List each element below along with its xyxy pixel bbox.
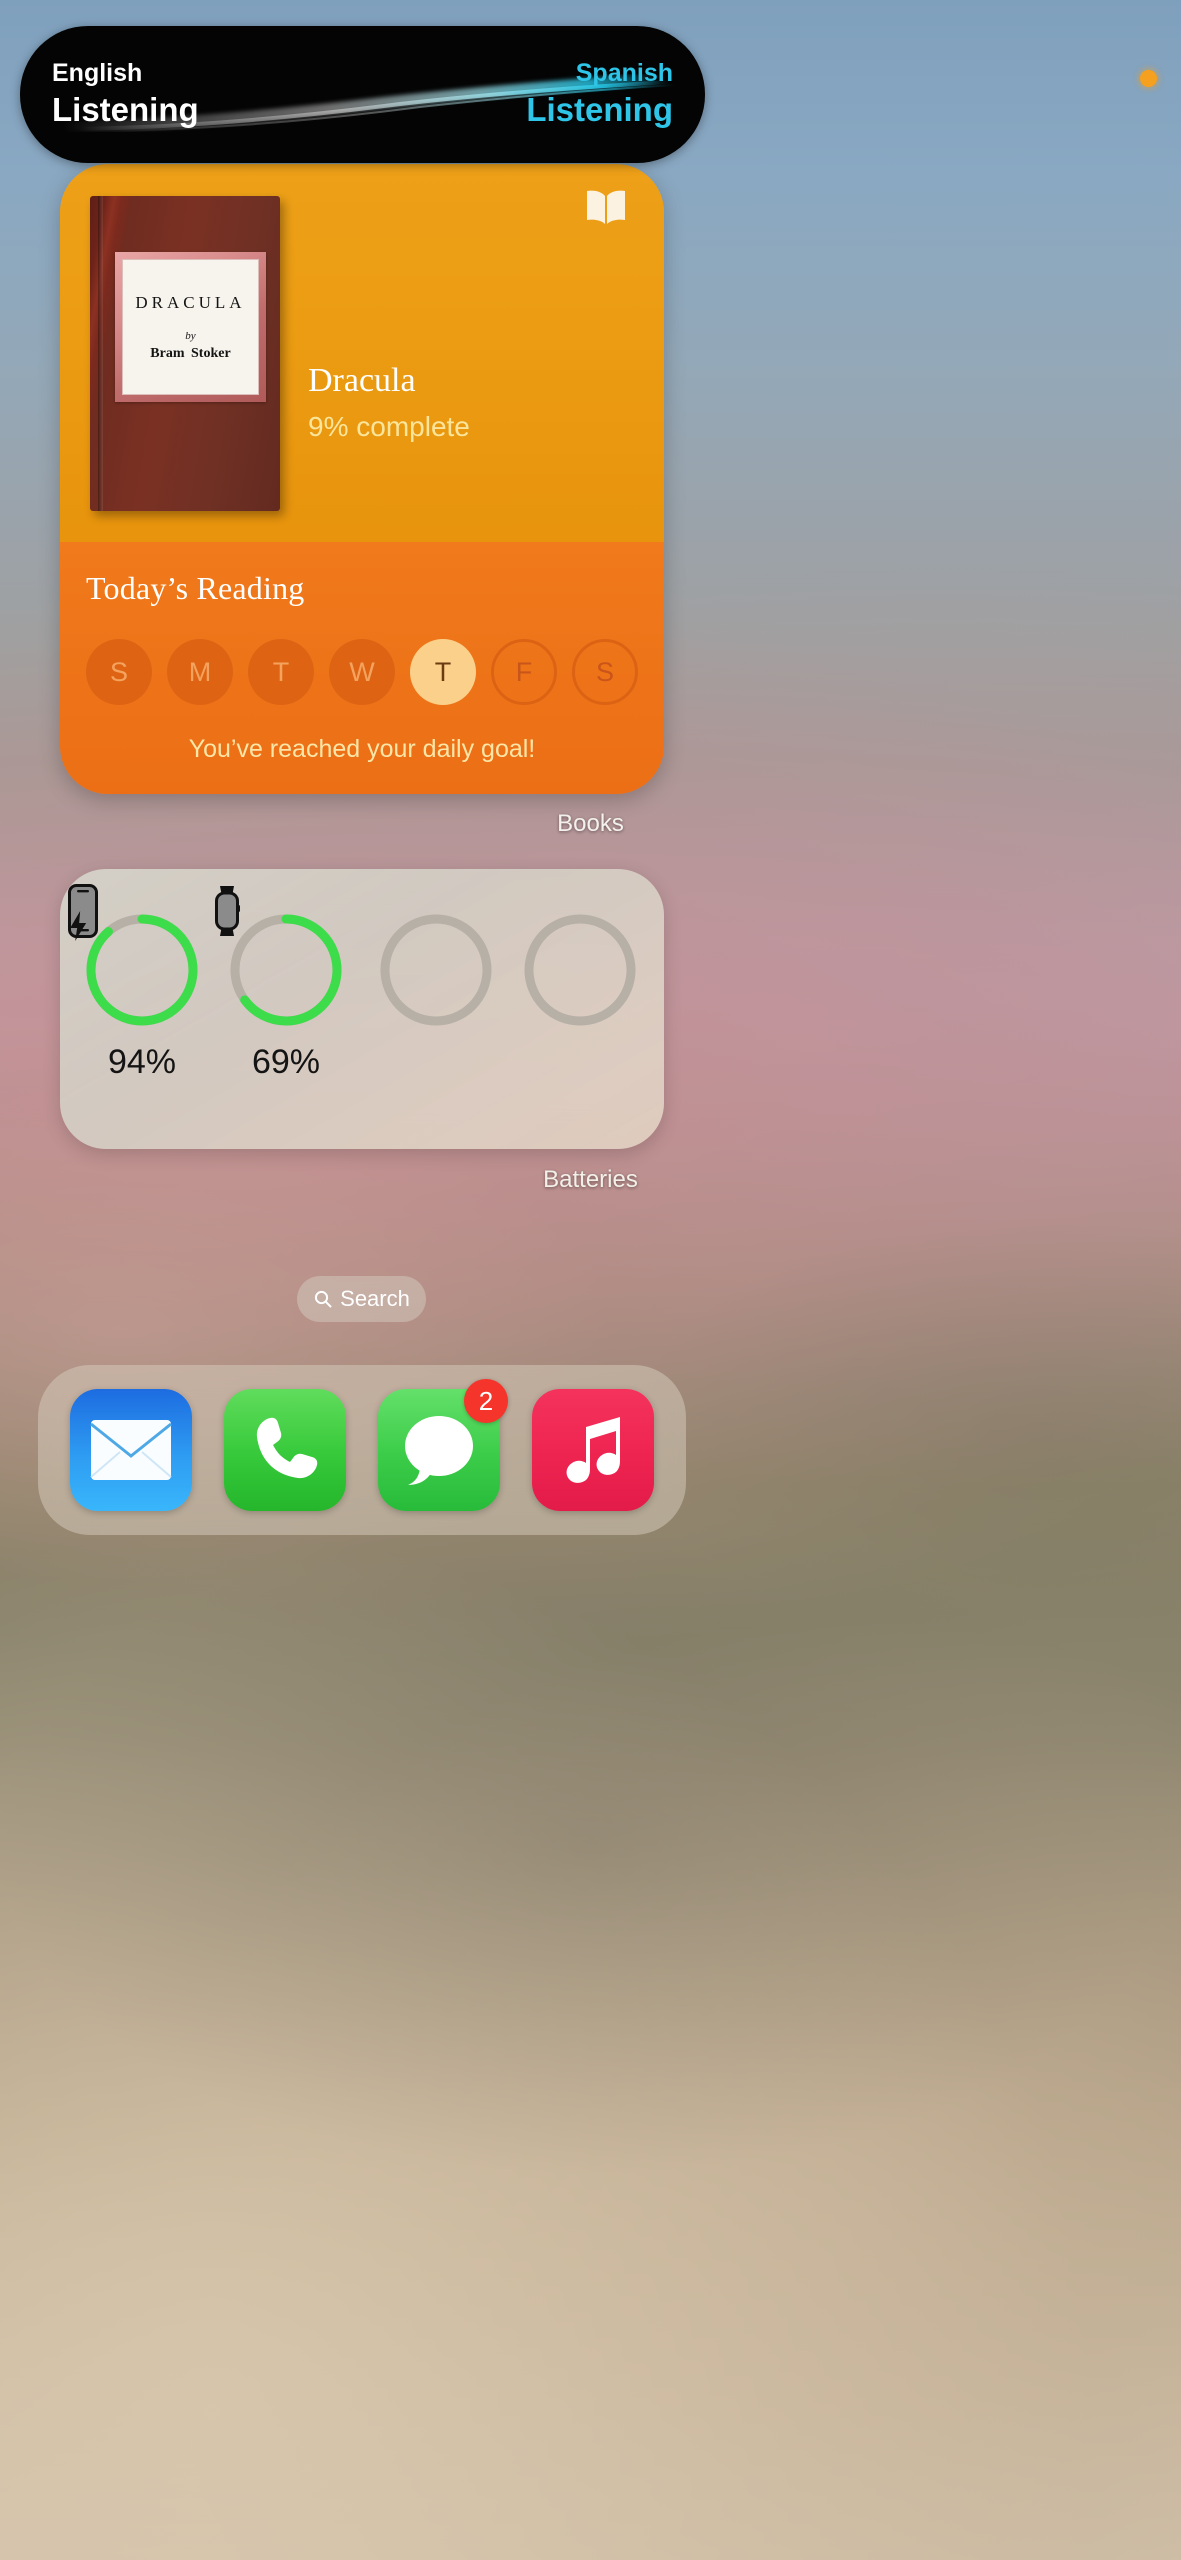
battery-item-iphone[interactable]: 94% — [68, 884, 206, 1082]
island-source-language: English Listening — [20, 59, 231, 129]
books-widget[interactable]: DRACULA by Bram Stoker Dracula 9% comple… — [60, 164, 664, 794]
dock-app-mail[interactable] — [70, 1389, 192, 1511]
book-cover-frame: DRACULA by Bram Stoker — [115, 252, 266, 402]
battery-item-empty-4 — [516, 911, 644, 1043]
dock: 2 — [38, 1365, 686, 1535]
book-progress: 9% complete — [308, 411, 470, 443]
day-chip-mon[interactable]: M — [167, 639, 233, 705]
books-widget-label: Books — [557, 810, 624, 837]
day-chip-tue[interactable]: T — [248, 639, 314, 705]
batteries-widget[interactable]: 94% 69% — [60, 869, 664, 1149]
battery-item-watch[interactable]: 69% — [215, 886, 350, 1082]
search-label: Search — [340, 1286, 410, 1311]
island-left-language: English — [52, 59, 143, 88]
day-chip-wed[interactable]: W — [329, 639, 395, 705]
island-right-state: Listening — [526, 91, 673, 129]
book-cover-image: DRACULA by Bram Stoker — [90, 196, 280, 511]
day-chip-thu-today[interactable]: T — [410, 639, 476, 705]
island-right-language: Spanish — [575, 59, 673, 88]
battery-percent-iphone: 94% — [107, 1043, 177, 1081]
battery-ring-watch — [215, 886, 345, 1029]
reading-week-days: S M T W T F S — [86, 639, 638, 705]
charging-bolt-icon — [70, 911, 87, 941]
battery-ring-iphone — [68, 884, 201, 1029]
messages-badge: 2 — [464, 1379, 508, 1423]
day-chip-sun[interactable]: S — [86, 639, 152, 705]
battery-item-empty-3 — [372, 911, 500, 1043]
battery-ring-empty-4 — [521, 911, 639, 1029]
cover-author-text: Bram Stoker — [150, 345, 231, 361]
todays-reading-heading: Today’s Reading — [86, 570, 305, 606]
battery-ring-empty-3 — [377, 911, 495, 1029]
search-button[interactable]: Search — [297, 1276, 426, 1322]
dock-app-messages[interactable]: 2 — [378, 1379, 508, 1511]
cover-by-text: by — [185, 329, 196, 342]
apple-watch-icon — [215, 886, 240, 936]
todays-reading-section[interactable]: Today’s Reading S M T W T F S You’ve rea… — [60, 542, 664, 794]
dock-app-music[interactable] — [532, 1389, 654, 1511]
daily-goal-message: You’ve reached your daily goal! — [188, 735, 536, 763]
music-icon[interactable] — [532, 1389, 654, 1511]
book-spine — [98, 196, 103, 511]
mail-icon[interactable] — [70, 1389, 192, 1511]
batteries-widget-label: Batteries — [543, 1166, 638, 1193]
cover-title-text: DRACULA — [135, 292, 246, 312]
microphone-privacy-indicator-icon — [1140, 70, 1157, 87]
day-chip-sat[interactable]: S — [572, 639, 638, 705]
day-chip-fri[interactable]: F — [491, 639, 557, 705]
open-book-icon — [587, 190, 625, 224]
dock-app-phone[interactable] — [224, 1389, 346, 1511]
search-icon — [315, 1290, 332, 1308]
books-current-book-section[interactable]: DRACULA by Bram Stoker Dracula 9% comple… — [60, 164, 664, 542]
island-target-language: Spanish Listening — [494, 59, 705, 129]
book-metadata: Dracula 9% complete — [308, 362, 470, 443]
dynamic-island-live-activity[interactable]: English Listening Spanish Listening — [20, 26, 705, 163]
island-left-state: Listening — [52, 91, 199, 129]
phone-icon[interactable] — [224, 1389, 346, 1511]
book-title: Dracula — [308, 362, 416, 399]
battery-percent-watch: 69% — [251, 1043, 321, 1081]
